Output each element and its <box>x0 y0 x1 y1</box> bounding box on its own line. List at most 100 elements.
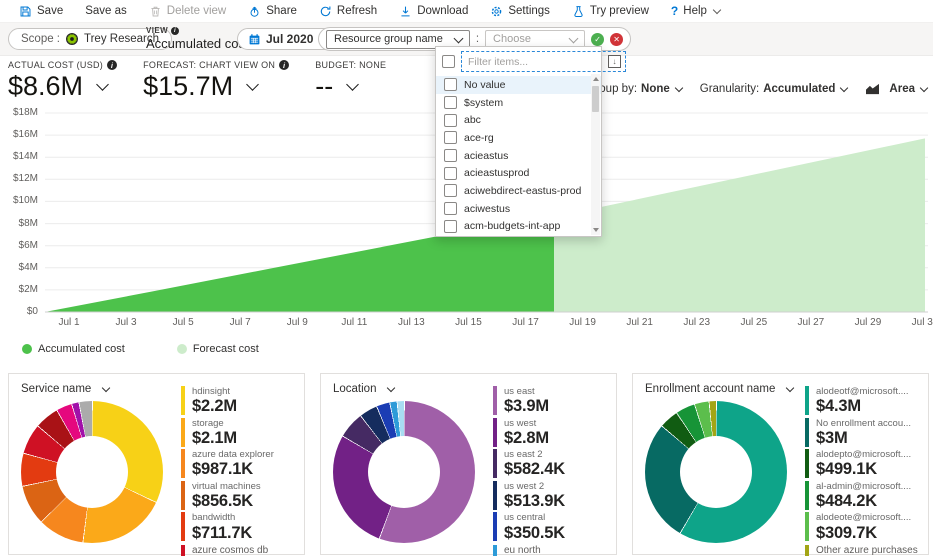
donut-legend-item[interactable]: alodeotf@microsoft....$4.3M <box>805 386 922 416</box>
download-button[interactable]: Download <box>388 0 479 22</box>
x-axis-tick: Jul 29 <box>843 317 893 328</box>
donut-legend-item[interactable]: us east$3.9M <box>493 386 610 416</box>
toolbar-label: Refresh <box>337 5 377 17</box>
discard-filter-icon[interactable] <box>610 33 623 46</box>
save-as-button[interactable]: Save as <box>74 0 138 22</box>
donut-legend-item[interactable]: us central$350.5K <box>493 512 610 542</box>
item-label: aciwebdirect-eastus-prod <box>464 185 581 197</box>
filter-items-inputbox <box>461 51 626 72</box>
item-checkbox[interactable] <box>444 78 457 91</box>
legend-name: hdinsight <box>192 386 237 397</box>
donut-legend-item[interactable]: No enrollment accou...$3M <box>805 418 922 448</box>
donut-chart <box>645 401 787 543</box>
donut-legend-item[interactable]: virtual machines$856.5K <box>181 481 298 511</box>
settings-button[interactable]: Settings <box>479 0 561 22</box>
legend-value: $513.9K <box>504 492 565 510</box>
kpi-label: ACTUAL COST (USD) <box>8 60 103 70</box>
legend-item[interactable]: Forecast cost <box>177 343 259 355</box>
refresh-icon <box>319 5 332 18</box>
donut-legend-item[interactable]: us east 2$582.4K <box>493 449 610 479</box>
actual-cost-kpi[interactable]: ACTUAL COST (USD)$8.6M <box>8 60 117 102</box>
legend-color-bar <box>181 449 185 478</box>
dropdown-item[interactable]: aciwestus <box>436 200 601 218</box>
dropdown-item[interactable]: acm-budgets-int-app <box>436 218 601 236</box>
command-toolbar: SaveSave asDelete view Share Refresh Downlo… <box>0 0 933 23</box>
legend-value: $2.2M <box>192 397 237 415</box>
legend-label: Forecast cost <box>193 343 259 355</box>
scroll-up-icon[interactable] <box>593 77 599 81</box>
dropdown-item[interactable]: No value <box>436 76 601 94</box>
donut-legend-item[interactable]: alodepto@microsoft....$499.1K <box>805 449 922 479</box>
item-checkbox[interactable] <box>444 149 457 162</box>
legend-value: $2.1M <box>192 429 237 447</box>
donut-legend-item[interactable]: storage$2.1M <box>181 418 298 448</box>
donut-legend-item[interactable]: eu north <box>493 545 610 557</box>
item-label: acieastus <box>464 150 508 162</box>
chart-type-control[interactable]: Area <box>865 82 927 95</box>
x-axis-tick: Jul 3 <box>101 317 151 328</box>
granularity-control[interactable]: Granularity: Accumulated <box>700 83 848 95</box>
item-checkbox[interactable] <box>444 114 457 127</box>
donut-legend-item[interactable]: hdinsight$2.2M <box>181 386 298 416</box>
chevron-down-icon <box>786 384 794 392</box>
legend-value: $484.2K <box>816 492 911 510</box>
filter-items-input[interactable] <box>466 55 605 69</box>
item-checkbox[interactable] <box>444 220 457 233</box>
item-checkbox[interactable] <box>444 167 457 180</box>
donut-legend-item[interactable]: bandwidth$711.7K <box>181 512 298 542</box>
dropdown-scrollbar[interactable] <box>591 74 600 235</box>
legend-color-bar <box>805 449 809 478</box>
budget-kpi[interactable]: BUDGET: NONE-- <box>315 60 386 102</box>
x-axis-tick: Jul 1 <box>44 317 94 328</box>
legend-name: us east 2 <box>504 449 565 460</box>
x-axis-tick: Jul 17 <box>501 317 551 328</box>
legend-color-bar <box>805 512 809 541</box>
refresh-button[interactable]: Refresh <box>308 0 388 22</box>
donut-card-header[interactable]: Enrollment account name <box>645 383 793 395</box>
toolbar-label: Settings <box>508 5 550 17</box>
donut-card-header[interactable]: Location <box>333 383 394 395</box>
item-checkbox[interactable] <box>444 96 457 109</box>
donut-card-title: Enrollment account name <box>645 383 775 395</box>
donut-legend-item[interactable]: us west 2$513.9K <box>493 481 610 511</box>
apply-filter-icon[interactable] <box>591 33 604 46</box>
donut-legend-item[interactable]: us west$2.8M <box>493 418 610 448</box>
dropdown-item[interactable]: abc <box>436 111 601 129</box>
help-button[interactable]: Help <box>660 0 731 22</box>
scroll-thumb[interactable] <box>592 86 599 112</box>
chart-legend: Accumulated cost Forecast cost <box>22 343 259 355</box>
donut-legend-item[interactable]: azure data explorer$987.1K <box>181 449 298 479</box>
forecast-kpi[interactable]: FORECAST: CHART VIEW ON$15.7M <box>143 60 289 102</box>
donut-legend-item[interactable]: Other azure purchases <box>805 545 922 557</box>
item-checkbox[interactable] <box>444 184 457 197</box>
legend-name: us west <box>504 418 549 429</box>
y-axis-tick: $12M <box>0 173 38 184</box>
try-preview-button[interactable]: Try preview <box>561 0 660 22</box>
y-axis-tick: $16M <box>0 129 38 140</box>
select-all-checkbox[interactable] <box>442 55 455 68</box>
dropdown-item[interactable]: acieastusprod <box>436 164 601 182</box>
scroll-down-icon[interactable] <box>593 228 599 232</box>
chevron-down-icon <box>102 384 110 392</box>
legend-value: $987.1K <box>192 460 274 478</box>
directory-icon <box>66 33 78 45</box>
donut-legend-item[interactable]: al-admin@microsoft....$484.2K <box>805 481 922 511</box>
dropdown-item[interactable]: acieastus <box>436 147 601 165</box>
dropdown-item[interactable]: ace-rg <box>436 129 601 147</box>
legend-name: us central <box>504 512 565 523</box>
dropdown-item[interactable]: aciwebdirect-eastus-prod <box>436 182 601 200</box>
item-checkbox[interactable] <box>444 131 457 144</box>
item-checkbox[interactable] <box>444 202 457 215</box>
toolbar-label: Share <box>266 5 297 17</box>
legend-item[interactable]: Accumulated cost <box>22 343 125 355</box>
donut-card-header[interactable]: Service name <box>21 383 109 395</box>
share-button[interactable]: Share <box>237 0 308 22</box>
toolbar-label: Help <box>683 5 707 17</box>
dropdown-item[interactable]: $system <box>436 94 601 112</box>
info-icon <box>107 60 117 70</box>
donut-legend-item[interactable]: alodeote@microsoft....$309.7K <box>805 512 922 542</box>
save-button[interactable]: Save <box>8 0 74 22</box>
group-by-value: None <box>641 83 670 95</box>
delete-view-button[interactable]: Delete view <box>138 0 237 22</box>
donut-legend-item[interactable]: azure cosmos db <box>181 545 298 557</box>
